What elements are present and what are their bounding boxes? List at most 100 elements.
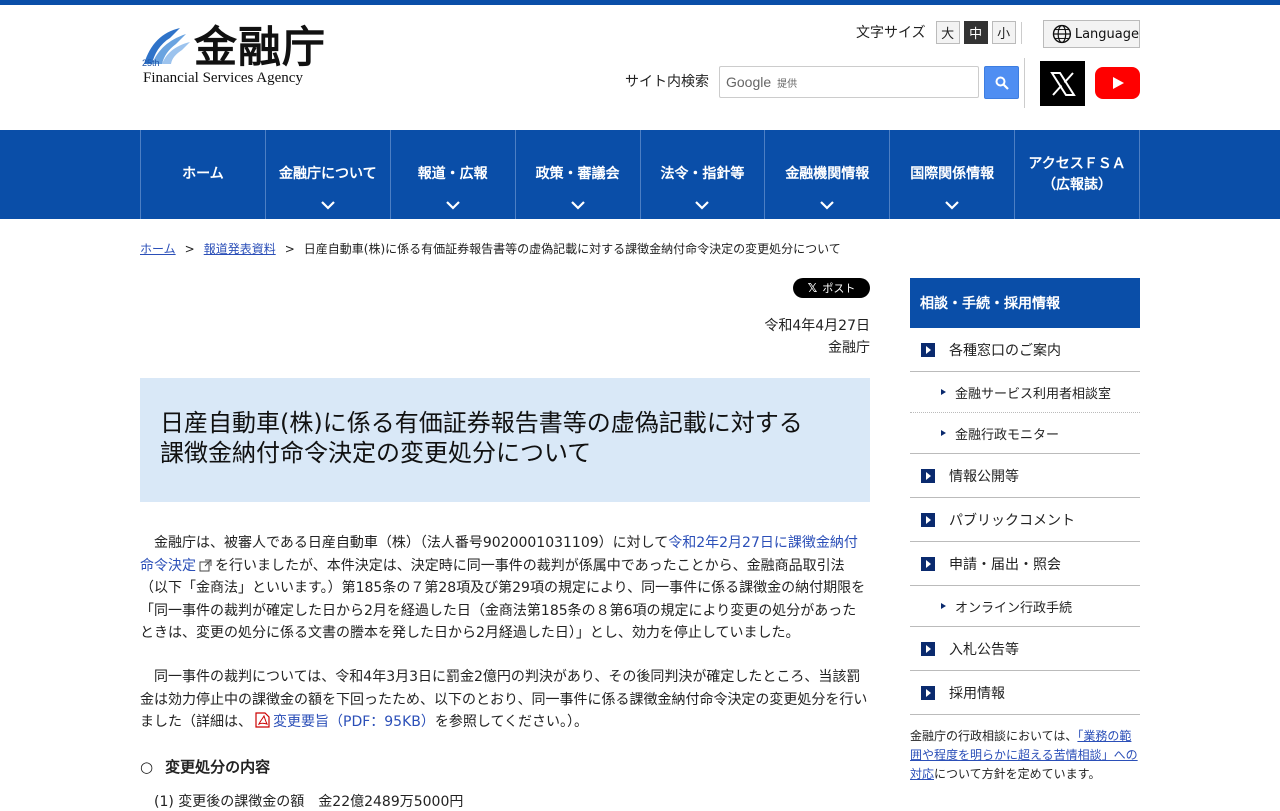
page-title-line: 課徴金納付命令決定の変更処分について [160, 439, 592, 467]
sidebar-subitem-label: オンライン行政手続 [955, 600, 1073, 616]
search-button[interactable] [984, 66, 1019, 99]
breadcrumb: ホーム > 報道発表資料 > 日産自動車(株)に係る有価証券報告書等の虚偽記載に対する課… [140, 240, 841, 257]
post-label: ポスト [822, 282, 856, 295]
sidebar-item-label: 入札公告等 [949, 641, 1019, 658]
triangle-bullet-icon [941, 430, 946, 436]
sidebar-item-public-comment[interactable]: パブリックコメント [910, 498, 1140, 542]
nav-label: 国際関係情報 [910, 166, 995, 182]
font-size-label: 文字サイズ [856, 25, 926, 41]
nav-label: 法令・指針等 [660, 166, 745, 182]
nav-label-sub: （広報誌） [1042, 176, 1113, 193]
x-post-button[interactable]: 𝕏 ポスト [793, 278, 870, 298]
nav-about[interactable]: 金融庁について [266, 130, 391, 219]
sidebar-note: 金融庁の行政相談においては、「業務の範囲や程度を明らかに超える苦情相談」への対応… [910, 727, 1140, 784]
triangle-bullet-icon [941, 603, 946, 609]
logo-text-en: Financial Services Agency [143, 70, 303, 86]
publish-info: 令和4年4月27日 金融庁 [764, 315, 870, 359]
chevron-down-icon [695, 201, 710, 210]
page-title-box: 日産自動車(株)に係る有価証券報告書等の虚偽記載に対する 課徴金納付命令決定の変… [140, 378, 870, 502]
youtube-play-icon [1112, 77, 1124, 89]
sidebar-item-label: パブリックコメント [949, 512, 1075, 529]
sidebar-heading: 相談・手続・採用情報 [910, 278, 1140, 328]
chevron-down-icon [820, 201, 835, 210]
external-link-icon [199, 559, 212, 571]
logo-text-jp: 金融庁 [194, 23, 326, 73]
chevron-down-icon [445, 201, 460, 210]
sidebar-item-applications[interactable]: 申請・届出・照会 [910, 542, 1140, 586]
chevron-down-icon [321, 201, 335, 210]
font-size-switcher: 文字サイズ 大 中 小 [856, 20, 1016, 44]
breadcrumb-press-link[interactable]: 報道発表資料 [204, 242, 276, 256]
arrow-bullet-icon [921, 512, 935, 527]
triangle-bullet-icon [941, 389, 946, 395]
svg-text:25th: 25th [142, 58, 160, 68]
sidebar-item-bidding[interactable]: 入札公告等 [910, 627, 1140, 671]
breadcrumb-home-link[interactable]: ホーム [140, 242, 176, 256]
global-nav: ホーム 金融庁について 報道・広報 政策・審議会 法令・指針等 金融機関情報 国… [0, 130, 1280, 219]
youtube-button[interactable] [1095, 67, 1140, 99]
sidebar-item-label: 採用情報 [949, 685, 1005, 702]
chevron-down-icon [945, 201, 959, 210]
nav-label: ホーム [182, 166, 224, 182]
section-heading: ○ 変更処分の内容 [140, 756, 270, 777]
google-brand-text: Google [726, 74, 772, 90]
font-size-large-button[interactable]: 大 [935, 20, 960, 44]
site-logo[interactable]: 25th 金融庁 Financial Services Agency [140, 22, 340, 92]
search-icon [995, 76, 1009, 90]
nav-label: 金融庁について [279, 166, 377, 182]
nav-press[interactable]: 報道・広報 [391, 130, 516, 219]
nav-label: アクセスＦＳＡ [1028, 155, 1126, 172]
nav-institutions[interactable]: 金融機関情報 [765, 130, 891, 219]
fsa-logo-mark-icon: 25th [142, 28, 190, 68]
paragraph-text: を参照してください。）。 [434, 714, 589, 730]
publish-date: 令和4年4月27日 [764, 318, 870, 334]
site-search-label: サイト内検索 [625, 74, 709, 90]
pdf-summary-link[interactable]: 変更要旨（PDF：95KB） [273, 714, 435, 730]
section-heading-text: 変更処分の内容 [165, 758, 271, 776]
x-logo-icon [1049, 71, 1076, 96]
breadcrumb-current: 日産自動車(株)に係る有価証券報告書等の虚偽記載に対する課徴金納付命令決定の変更… [303, 242, 841, 256]
nav-label: 政策・審議会 [535, 166, 620, 182]
sidebar-subitem-consultation[interactable]: 金融サービス利用者相談室 [910, 372, 1140, 413]
sidebar-subitem-monitor[interactable]: 金融行政モニター [910, 413, 1140, 454]
sidebar-item-label: 各種窓口のご案内 [949, 342, 1061, 359]
section-marker: ○ [140, 758, 154, 776]
sidebar-subitem-label: 金融行政モニター [955, 427, 1060, 443]
header-divider [1024, 58, 1025, 108]
nav-access-fsa[interactable]: アクセスＦＳＡ （広報誌） [1015, 130, 1140, 219]
search-input[interactable]: Google 提供 [719, 66, 979, 98]
nav-label: 報道・広報 [417, 166, 488, 182]
body-paragraph: 金融庁は、被審人である日産自動車（株）（法人番号9020001031109）に対… [140, 532, 870, 645]
google-provided-text: 提供 [777, 78, 798, 90]
nav-policy[interactable]: 政策・審議会 [516, 130, 641, 219]
font-size-medium-button[interactable]: 中 [963, 20, 988, 44]
breadcrumb-separator: > [184, 242, 195, 256]
page-title: 日産自動車(株)に係る有価証券報告書等の虚偽記載に対する 課徴金納付命令決定の変… [160, 408, 850, 468]
arrow-bullet-icon [921, 641, 935, 656]
sidebar-item-disclosure[interactable]: 情報公開等 [910, 454, 1140, 498]
language-button[interactable]: Language [1043, 20, 1140, 48]
arrow-bullet-icon [921, 685, 935, 700]
nav-laws[interactable]: 法令・指針等 [641, 130, 766, 219]
arrow-bullet-icon [921, 468, 935, 483]
nav-home[interactable]: ホーム [141, 130, 266, 219]
paragraph-text: 金融庁は、被審人である日産自動車（株）（法人番号9020001031109）に対… [154, 535, 669, 551]
header-divider [1021, 22, 1022, 44]
arrow-bullet-icon [921, 556, 935, 571]
pdf-icon [255, 712, 270, 728]
paragraph-text: を行いましたが、本件決定は、決定時に同一事件の裁判が係属中であったことから、金融… [140, 557, 866, 642]
sidebar-item-label: 申請・届出・照会 [949, 556, 1061, 573]
page-title-line: 日産自動車(株)に係る有価証券報告書等の虚偽記載に対する [160, 409, 803, 437]
nav-label: 金融機関情報 [785, 166, 870, 182]
body-paragraph: 同一事件の裁判については、令和4年3月3日に罰金2億円の判決があり、その後同判決… [140, 666, 870, 734]
font-size-small-button[interactable]: 小 [991, 20, 1016, 44]
sidebar-item-label: 情報公開等 [949, 468, 1019, 485]
breadcrumb-separator: > [284, 242, 295, 256]
sidebar-item-contacts[interactable]: 各種窓口のご案内 [910, 328, 1140, 372]
nav-international[interactable]: 国際関係情報 [890, 130, 1016, 219]
publisher: 金融庁 [828, 340, 870, 356]
sidebar-item-recruitment[interactable]: 採用情報 [910, 671, 1140, 715]
x-social-button[interactable] [1040, 61, 1085, 106]
change-item: (1) 変更後の課徴金の額 金22億2489万5000円 [154, 794, 464, 810]
sidebar-subitem-online[interactable]: オンライン行政手続 [910, 586, 1140, 627]
